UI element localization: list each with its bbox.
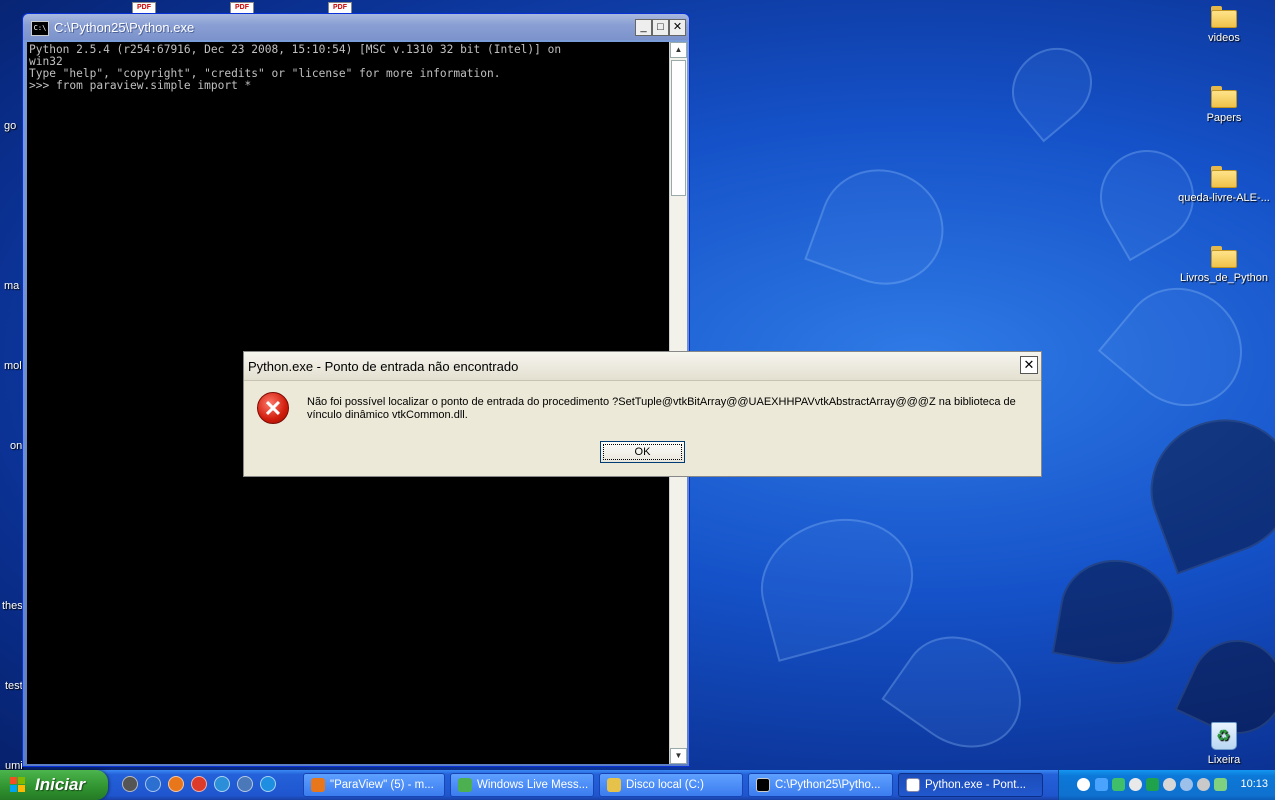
- system-tray: 10:13: [1058, 770, 1275, 800]
- error-dialog[interactable]: Python.exe - Ponto de entrada não encont…: [243, 351, 1042, 477]
- tray-icon[interactable]: [1129, 778, 1142, 791]
- desktop-icon-label: videos: [1208, 32, 1240, 44]
- desktop-icon-label: queda-livre-ALE-...: [1178, 192, 1270, 204]
- console-output: Python 2.5.4 (r254:67916, Dec 23 2008, 1…: [29, 43, 562, 92]
- task-button[interactable]: C:\Python25\Pytho...: [748, 773, 893, 797]
- wallpaper-leaf: [1051, 550, 1183, 674]
- wallpaper-leaf: [804, 152, 960, 302]
- dialog-titlebar[interactable]: Python.exe - Ponto de entrada não encont…: [244, 352, 1041, 381]
- media-player-icon[interactable]: [214, 776, 230, 792]
- error-icon: ✕: [257, 392, 289, 424]
- desktop-icon-lixeira[interactable]: Lixeira: [1174, 722, 1274, 766]
- start-button[interactable]: Iniciar: [0, 770, 108, 800]
- tray-icon[interactable]: [1095, 778, 1108, 791]
- task-label: Disco local (C:): [626, 779, 704, 791]
- desktop-icon-queda-livre[interactable]: queda-livre-ALE-...: [1174, 166, 1274, 204]
- task-button[interactable]: Windows Live Mess...: [450, 773, 594, 797]
- dialog-message: Não foi possível localizar o ponto de en…: [307, 396, 1016, 421]
- quicklaunch-icon[interactable]: [237, 776, 253, 792]
- quicklaunch-icon[interactable]: [145, 776, 161, 792]
- desktop-icon-papers[interactable]: Papers: [1174, 86, 1274, 124]
- wallpaper-leaf: [1131, 399, 1275, 575]
- taskbar: Iniciar "ParaView" (5) - m... Windows Li…: [0, 770, 1275, 800]
- desktop-icon-label[interactable]: test: [5, 680, 23, 692]
- chrome-icon[interactable]: [191, 776, 207, 792]
- desktop-icon-videos[interactable]: videos: [1174, 6, 1274, 44]
- scroll-thumb[interactable]: [671, 60, 686, 196]
- firefox-icon: [311, 778, 325, 792]
- tray-icon[interactable]: [1180, 778, 1193, 791]
- firefox-icon[interactable]: [168, 776, 184, 792]
- folder-icon: [1211, 86, 1237, 108]
- task-button[interactable]: Disco local (C:): [599, 773, 743, 797]
- task-label: Windows Live Mess...: [477, 779, 589, 791]
- tray-icon[interactable]: [1163, 778, 1176, 791]
- task-button-active[interactable]: Python.exe - Pont...: [898, 773, 1043, 797]
- task-button[interactable]: "ParaView" (5) - m...: [303, 773, 445, 797]
- window-icon: [906, 778, 920, 792]
- internet-explorer-icon[interactable]: [260, 776, 276, 792]
- desktop-icon-label[interactable]: on: [10, 440, 22, 452]
- desktop-icon-label: Papers: [1206, 112, 1242, 124]
- quicklaunch-icon[interactable]: [122, 776, 138, 792]
- desktop-icon-livros-de-python[interactable]: Livros_de_Python: [1174, 246, 1274, 284]
- dialog-title: Python.exe - Ponto de entrada não encont…: [248, 359, 519, 374]
- dialog-close-button[interactable]: ✕: [1020, 356, 1038, 374]
- console-title: C:\Python25\Python.exe: [54, 20, 195, 35]
- tray-arrow-icon[interactable]: [1077, 778, 1090, 791]
- desktop-icon-label[interactable]: ma: [4, 280, 19, 292]
- ok-button[interactable]: OK: [600, 441, 685, 463]
- tray-icon[interactable]: [1197, 778, 1210, 791]
- folder-icon: [1211, 166, 1237, 188]
- desktop-icon-label[interactable]: go: [4, 120, 16, 132]
- wallpaper-leaf: [881, 613, 1043, 771]
- tray-icon[interactable]: [1112, 778, 1125, 791]
- cmd-icon: [756, 778, 770, 792]
- cmd-icon[interactable]: C:\: [31, 21, 49, 36]
- scroll-up-arrow-icon[interactable]: ▲: [670, 42, 687, 58]
- tray-icon[interactable]: [1214, 778, 1227, 791]
- desktop-icon-label[interactable]: thes: [2, 600, 23, 612]
- close-button[interactable]: ✕: [669, 19, 686, 36]
- task-label: "ParaView" (5) - m...: [330, 779, 434, 791]
- maximize-button[interactable]: □: [652, 19, 669, 36]
- tray-icon[interactable]: [1146, 778, 1159, 791]
- wallpaper-leaf: [1097, 263, 1267, 431]
- messenger-icon: [458, 778, 472, 792]
- start-label: Iniciar: [35, 775, 86, 794]
- scroll-down-arrow-icon[interactable]: ▼: [670, 748, 687, 764]
- desktop-icon-label: Livros_de_Python: [1179, 272, 1269, 284]
- windows-flag-icon: [10, 777, 26, 793]
- minimize-button[interactable]: _: [635, 19, 652, 36]
- wallpaper-leaf: [996, 31, 1108, 143]
- clock[interactable]: 10:13: [1240, 778, 1268, 790]
- console-titlebar[interactable]: C:\ C:\Python25\Python.exe _ □ ✕: [23, 14, 689, 40]
- folder-icon: [1211, 246, 1237, 268]
- recycle-bin-icon: [1211, 722, 1237, 750]
- folder-icon: [1211, 6, 1237, 28]
- folder-icon: [607, 778, 621, 792]
- task-label: Python.exe - Pont...: [925, 779, 1027, 791]
- task-label: C:\Python25\Pytho...: [775, 779, 881, 791]
- wallpaper-leaf: [746, 502, 928, 662]
- desktop-icon-label: Lixeira: [1207, 754, 1241, 766]
